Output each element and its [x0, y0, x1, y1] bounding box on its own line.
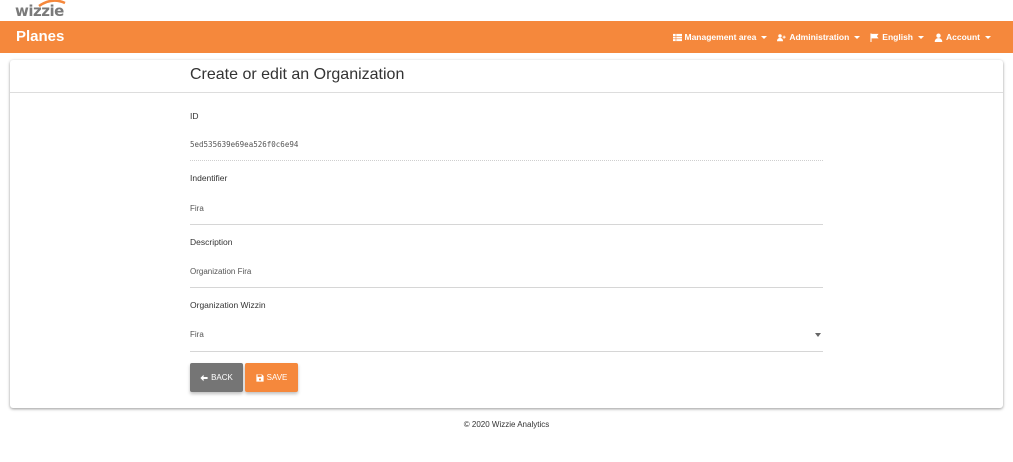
- description-field-underline: [190, 287, 823, 288]
- card-header: Create or edit an Organization: [10, 60, 1003, 93]
- id-value: 5ed535639e69ea526f0c6e94: [190, 140, 299, 149]
- back-button-label: BACK: [211, 373, 233, 382]
- caret-down-icon: [854, 35, 861, 39]
- menu-account-label: Account: [946, 32, 980, 42]
- wizzie-logo[interactable]: wizzie: [15, 0, 66, 20]
- flag-icon: [870, 32, 879, 42]
- menu-administration-label: Administration: [789, 32, 850, 42]
- caret-down-icon: [918, 35, 924, 39]
- logo-swoosh-icon: [38, 0, 66, 7]
- identifier-field-underline: [190, 224, 823, 225]
- organization-form-card: Create or edit an Organization ID 5ed535…: [10, 60, 1003, 408]
- wizzin-select[interactable]: Fira: [190, 330, 204, 339]
- user-plus-icon: [777, 33, 786, 41]
- save-button[interactable]: SAVE: [245, 363, 298, 392]
- description-input[interactable]: Organization Fira: [190, 267, 251, 276]
- id-label: ID: [190, 111, 199, 121]
- menu-language-label: English: [882, 32, 913, 42]
- page-title: Create or edit an Organization: [190, 66, 405, 83]
- identifier-input[interactable]: Fira: [190, 204, 204, 213]
- table-icon: [672, 33, 682, 41]
- wizzin-field-underline: [190, 351, 823, 352]
- menu-account[interactable]: Account: [934, 32, 991, 42]
- brand-bar: wizzie: [0, 0, 1013, 21]
- arrow-left-icon: [200, 374, 208, 381]
- description-label: Description: [190, 237, 233, 247]
- menu-management-area-label: Management area: [684, 32, 757, 42]
- wizzin-label: Organization Wizzin: [190, 300, 266, 310]
- back-button[interactable]: BACK: [190, 363, 243, 392]
- menu-management-area[interactable]: Management area: [672, 32, 768, 42]
- footer-copyright: © 2020 Wizzie Analytics: [463, 420, 550, 429]
- menu-administration[interactable]: Administration: [777, 32, 861, 42]
- floppy-disk-icon: [256, 373, 264, 382]
- menu-language[interactable]: English: [870, 32, 924, 42]
- user-icon: [934, 33, 943, 42]
- id-field-underline: [190, 160, 823, 161]
- save-button-label: SAVE: [266, 373, 288, 382]
- caret-down-icon: [761, 35, 768, 39]
- app-title[interactable]: Planes: [16, 28, 64, 45]
- top-navbar: Planes Management area Administration En…: [0, 21, 1013, 53]
- navbar-menu: Management area Administration English A…: [672, 32, 991, 42]
- caret-down-icon: [985, 35, 991, 39]
- identifier-label: Indentifier: [190, 173, 228, 183]
- dropdown-arrow-icon[interactable]: [815, 333, 821, 337]
